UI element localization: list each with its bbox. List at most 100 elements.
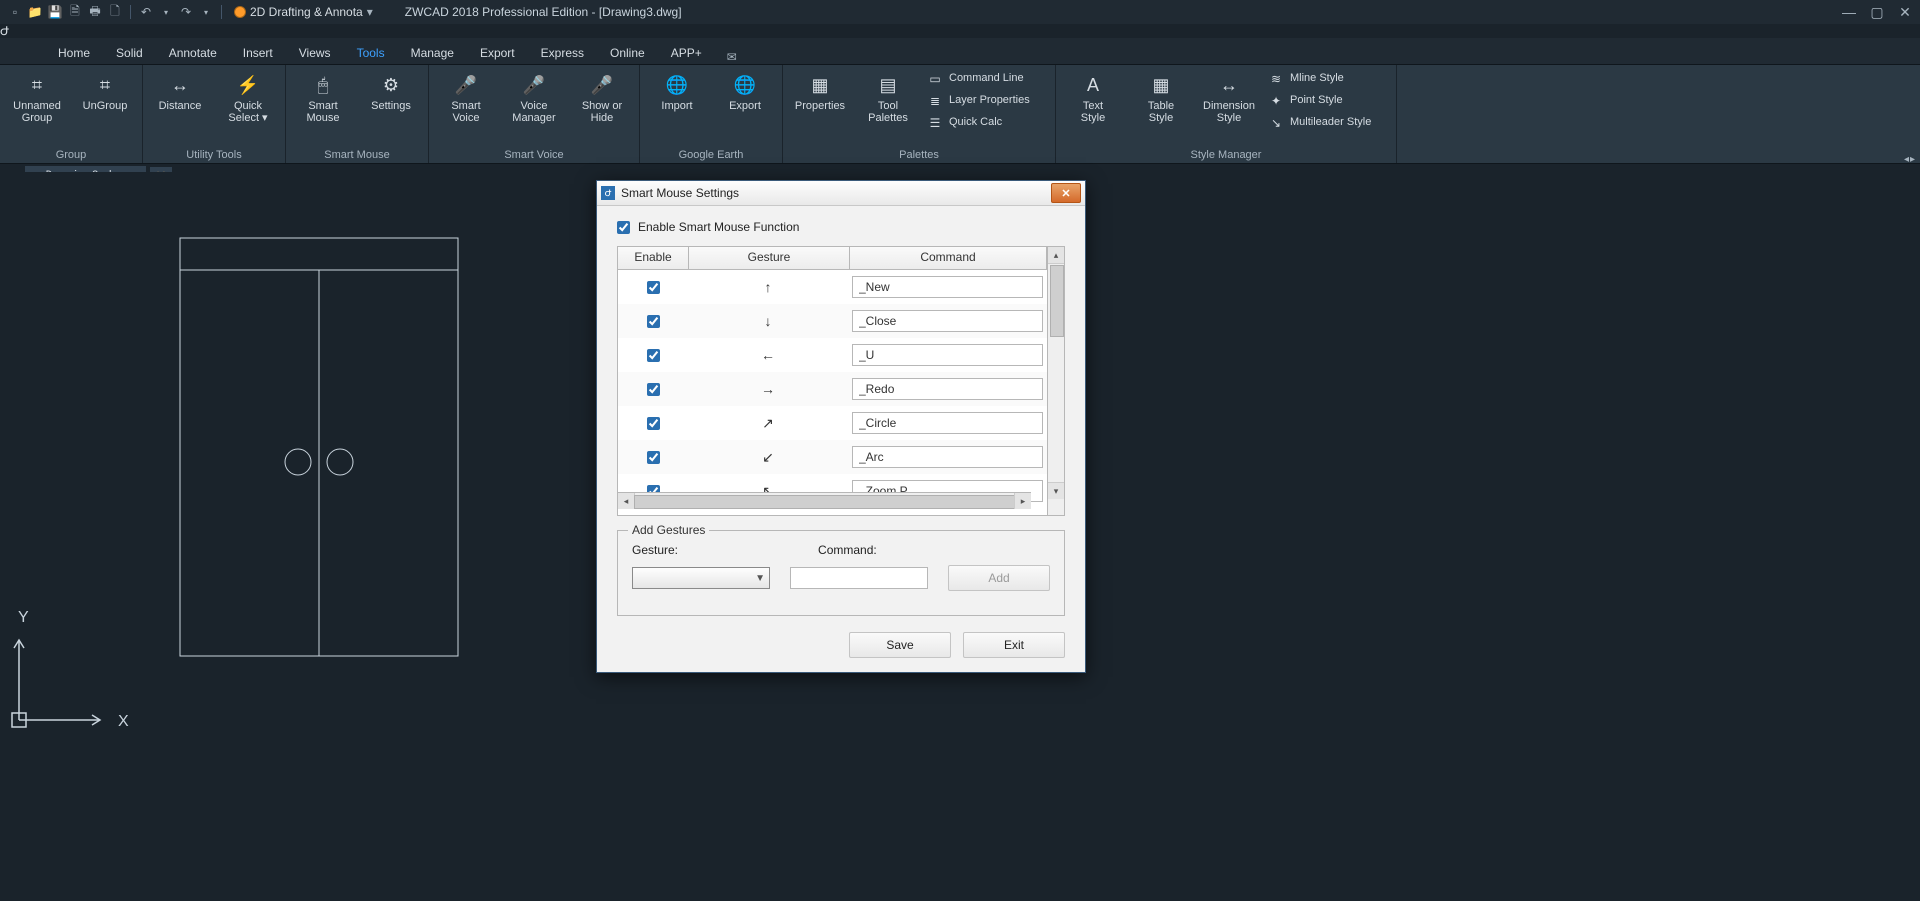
open-folder-icon[interactable]: 📁 xyxy=(26,3,44,21)
mail-icon[interactable]: ✉ xyxy=(722,50,742,64)
separator xyxy=(130,5,131,19)
save-icon[interactable]: 💾 xyxy=(46,3,64,21)
row-enable-checkbox[interactable] xyxy=(647,383,660,396)
undo-icon[interactable]: ↶ xyxy=(137,3,155,21)
col-header-gesture[interactable]: Gesture xyxy=(689,247,850,269)
scroll-thumb[interactable] xyxy=(634,495,1015,509)
ribbon-panel: AText Style▦Table Style↔Dimension Style ≋… xyxy=(1056,65,1397,163)
ribbon-tab-export[interactable]: Export xyxy=(468,42,527,64)
gesture-row: ↙ xyxy=(618,440,1047,474)
ribbon-button-label: Mline Style xyxy=(1290,73,1344,85)
row-enable-checkbox[interactable] xyxy=(647,417,660,430)
col-header-command[interactable]: Command xyxy=(850,247,1047,269)
row-command-input[interactable] xyxy=(852,446,1043,468)
ribbon-button[interactable]: 🎤Voice Manager xyxy=(505,69,563,124)
exit-button[interactable]: Exit xyxy=(963,632,1065,658)
ribbon-button[interactable]: ▦Properties xyxy=(791,69,849,113)
ribbon-button[interactable]: 🌐Export xyxy=(716,69,774,113)
row-command-input[interactable] xyxy=(852,344,1043,366)
ribbon-button[interactable]: ≋ Mline Style xyxy=(1268,69,1388,89)
ribbon-button[interactable]: ⌗Unnamed Group xyxy=(8,69,66,124)
scroll-left-icon[interactable]: ◂ xyxy=(618,493,635,509)
gesture-combobox[interactable]: ▼ xyxy=(632,567,770,589)
ribbon-button-label: Smart Mouse xyxy=(306,101,339,124)
app-logo-icon[interactable]: Ժ xyxy=(0,24,1920,38)
ribbon-button[interactable]: ⚡Quick Select ▾ xyxy=(219,69,277,124)
scroll-thumb[interactable] xyxy=(1050,265,1064,337)
minimize-button[interactable]: — xyxy=(1840,4,1858,21)
ribbon-tab-home[interactable]: Home xyxy=(46,42,102,64)
command-input[interactable] xyxy=(790,567,928,589)
ribbon-button-label: Multileader Style xyxy=(1290,117,1371,129)
ribbon-button[interactable]: 🎤Smart Voice xyxy=(437,69,495,124)
close-button[interactable]: ✕ xyxy=(1896,4,1914,21)
row-command-input[interactable] xyxy=(852,412,1043,434)
ribbon-button-label: UnGroup xyxy=(83,101,128,113)
ribbon-tab-tools[interactable]: Tools xyxy=(345,42,397,64)
redo-icon[interactable]: ↷ xyxy=(177,3,195,21)
saveas-icon[interactable]: 🗎 xyxy=(66,3,84,21)
grid-vertical-scrollbar[interactable]: ▴ ▾ xyxy=(1047,247,1064,515)
ribbon-button[interactable]: ☰Quick Calc xyxy=(927,113,1047,133)
ribbon-tab-views[interactable]: Views xyxy=(287,42,343,64)
ribbon-button[interactable]: AText Style xyxy=(1064,69,1122,124)
ribbon-button[interactable]: ↔Distance xyxy=(151,69,209,113)
ribbon-button[interactable]: ✦Point Style xyxy=(1268,91,1388,111)
ribbon-button[interactable]: ⚙Settings xyxy=(362,69,420,113)
ribbon-button[interactable]: ↔Dimension Style xyxy=(1200,69,1258,124)
ribbon-button[interactable]: ▦Table Style xyxy=(1132,69,1190,124)
scroll-right-icon[interactable]: ▸ xyxy=(1014,493,1031,509)
enable-smart-mouse-checkbox[interactable] xyxy=(617,221,630,234)
ribbon-icon: ≋ xyxy=(1268,71,1284,87)
ribbon-button[interactable]: ▭Command Line xyxy=(927,69,1047,89)
preview-icon[interactable]: 🗋 xyxy=(106,3,124,21)
redo-dropdown-icon[interactable]: ▾ xyxy=(197,3,215,21)
row-command-input[interactable] xyxy=(852,276,1043,298)
fieldset-legend: Add Gestures xyxy=(628,523,709,537)
plot-icon[interactable]: 🖶 xyxy=(86,3,104,21)
row-command-input[interactable] xyxy=(852,310,1043,332)
new-file-icon[interactable]: ▫ xyxy=(6,3,24,21)
gesture-row: ↓ xyxy=(618,304,1047,338)
ribbon-button[interactable]: ↘Multileader Style xyxy=(1268,113,1388,133)
ribbon-button[interactable]: 🎤Show or Hide xyxy=(573,69,631,124)
gesture-row: ↗ xyxy=(618,406,1047,440)
ribbon-tab-solid[interactable]: Solid xyxy=(104,42,155,64)
ribbon-tab-express[interactable]: Express xyxy=(529,42,596,64)
col-header-enable[interactable]: Enable xyxy=(618,247,689,269)
row-enable-checkbox[interactable] xyxy=(647,315,660,328)
ribbon-tab-online[interactable]: Online xyxy=(598,42,657,64)
dialog-close-button[interactable]: ✕ xyxy=(1051,183,1081,203)
scroll-up-icon[interactable]: ▴ xyxy=(1048,247,1064,264)
dialog-title-bar[interactable]: Ժ Smart Mouse Settings ✕ xyxy=(597,181,1085,206)
ribbon-button[interactable]: 🌐Import xyxy=(648,69,706,113)
ribbon-button-label: Properties xyxy=(795,101,845,113)
ribbon-tab-manage[interactable]: Manage xyxy=(399,42,466,64)
ribbon-button[interactable]: 🖱Smart Mouse xyxy=(294,69,352,124)
ribbon-tab-annotate[interactable]: Annotate xyxy=(157,42,229,64)
ribbon-button[interactable]: ⌗UnGroup xyxy=(76,69,134,113)
maximize-button[interactable]: ▢ xyxy=(1868,4,1886,21)
row-enable-checkbox[interactable] xyxy=(647,451,660,464)
panel-collapse-handles[interactable]: ◂▸ xyxy=(1904,154,1918,170)
scroll-down-icon[interactable]: ▾ xyxy=(1048,482,1064,499)
ribbon-button-label: Unnamed Group xyxy=(13,101,61,124)
ribbon-icon: ✦ xyxy=(1268,93,1284,109)
ribbon-panel: ⌗Unnamed Group⌗UnGroupGroup xyxy=(0,65,143,163)
grid-horizontal-scrollbar[interactable]: ◂ ▸ xyxy=(618,492,1031,509)
row-command-input[interactable] xyxy=(852,378,1043,400)
row-enable-checkbox[interactable] xyxy=(647,281,660,294)
gesture-row: ← xyxy=(618,338,1047,372)
ribbon-button[interactable]: ≣Layer Properties xyxy=(927,91,1047,111)
row-enable-checkbox[interactable] xyxy=(647,349,660,362)
add-gesture-button[interactable]: Add xyxy=(948,565,1050,591)
ribbon-panel: 🎤Smart Voice🎤Voice Manager🎤Show or HideS… xyxy=(429,65,640,163)
undo-dropdown-icon[interactable]: ▾ xyxy=(157,3,175,21)
ribbon-button[interactable]: ▤Tool Palettes xyxy=(859,69,917,124)
ribbon-tab-insert[interactable]: Insert xyxy=(231,42,285,64)
save-button[interactable]: Save xyxy=(849,632,951,658)
ribbon-button-label: Settings xyxy=(371,101,411,113)
ribbon-tab-app+[interactable]: APP+ xyxy=(659,42,714,64)
ribbon-icon: 🌐 xyxy=(663,71,691,99)
workspace-selector[interactable]: 2D Drafting & Annota ▾ xyxy=(234,5,373,19)
